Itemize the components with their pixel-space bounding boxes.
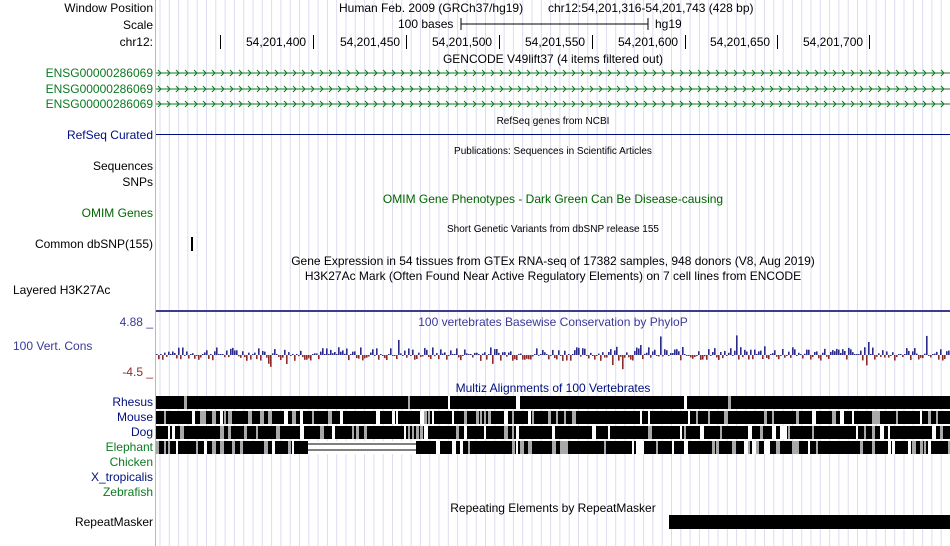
genome-browser-image[interactable]: Window Position Human Feb. 2009 (GRCh37/… [0, 0, 950, 546]
multiz-species-label[interactable]: Zebrafish [103, 485, 153, 499]
multiz-species-label[interactable]: Rhesus [112, 395, 153, 409]
sequences-label[interactable]: Sequences [93, 159, 153, 173]
cons-max-label: 4.88 _ [119, 315, 153, 329]
ruler-tick-label: 54,201,500 [432, 35, 493, 49]
gencode-item-label[interactable]: ENSG00000286069 [46, 82, 153, 96]
repeatmasker-element[interactable] [669, 515, 950, 529]
multiz-track-title: Multiz Alignments of 100 Vertebrates [455, 381, 651, 395]
refseq-track-title: RefSeq genes from NCBI [496, 116, 610, 127]
ruler-tick [313, 35, 314, 49]
repeatmasker-track-title: Repeating Elements by RepeatMasker [450, 501, 656, 515]
window-position-label: Window Position [64, 1, 153, 15]
ruler-tick [592, 35, 593, 49]
ruler-tick-label: 54,201,600 [618, 35, 679, 49]
ruler-tick [499, 35, 500, 49]
ruler-track: 54,201,400 54,201,450 54,201,500 54,201,… [156, 33, 950, 51]
snps-label[interactable]: SNPs [122, 175, 153, 189]
omim-track-title: OMIM Gene Phenotypes - Dark Green Can Be… [382, 192, 724, 206]
cons-label[interactable]: 100 Vert. Cons [13, 339, 92, 353]
repeatmasker-label[interactable]: RepeatMasker [75, 515, 153, 529]
ruler-tick [220, 35, 221, 49]
ruler-chrom-label: chr12: [119, 35, 153, 49]
ruler-tick [406, 35, 407, 49]
scale-bar [460, 18, 649, 30]
ruler-tick-label: 54,201,550 [525, 35, 586, 49]
refseq-label[interactable]: RefSeq Curated [67, 128, 153, 142]
ruler-tick [685, 35, 686, 49]
ruler-tick [777, 35, 778, 49]
ruler-tick-label: 54,201,400 [246, 35, 307, 49]
ruler-tick-label: 54,201,700 [803, 35, 864, 49]
h3k27ac-track-title: H3K27Ac Mark (Often Found Near Active Re… [304, 269, 802, 283]
multiz-species-label[interactable]: Chicken [110, 455, 153, 469]
dbsnp-label[interactable]: Common dbSNP(155) [35, 237, 153, 251]
gtex-track-title: Gene Expression in 54 tissues from GTEx … [291, 254, 815, 268]
cons-wiggle[interactable] [156, 320, 950, 380]
multiz-species-label[interactable]: Mouse [117, 410, 153, 424]
cons-min-label: -4.5 _ [122, 365, 153, 379]
multiz-alignment-blocks[interactable] [156, 395, 950, 455]
gencode-gene-feature[interactable] [156, 98, 950, 110]
gencode-item-label[interactable]: ENSG00000286069 [46, 97, 153, 111]
scale-bar-text: 100 bases [398, 17, 454, 31]
h3k27ac-label[interactable]: Layered H3K27Ac [13, 283, 110, 297]
dbsnp-variant-mark[interactable] [191, 237, 193, 251]
ruler-tick-label: 54,201,450 [340, 35, 401, 49]
refseq-gene-line[interactable] [156, 134, 950, 135]
omim-label[interactable]: OMIM Genes [82, 206, 153, 220]
gencode-gene-feature[interactable] [156, 67, 950, 79]
gencode-gene-feature[interactable] [156, 83, 950, 95]
multiz-species-label[interactable]: X_tropicalis [91, 470, 153, 484]
multiz-species-label[interactable]: Dog [131, 425, 153, 439]
dbsnp-track-title: Short Genetic Variants from dbSNP releas… [447, 224, 659, 235]
gencode-track-title: GENCODE V49lift37 (4 items filtered out) [442, 52, 664, 66]
h3k27ac-signal[interactable] [156, 310, 950, 312]
multiz-species-label[interactable]: Elephant [106, 440, 153, 454]
scale-db: hg19 [655, 17, 682, 31]
ruler-tick-label: 54,201,650 [710, 35, 771, 49]
publications-track-title: Publications: Sequences in Scientific Ar… [454, 146, 652, 157]
ruler-tick [869, 35, 870, 49]
position-range: chr12:54,201,316-54,201,743 (428 bp) [548, 1, 754, 15]
gencode-item-label[interactable]: ENSG00000286069 [46, 66, 153, 80]
scale-label: Scale [122, 18, 153, 32]
assembly-title: Human Feb. 2009 (GRCh37/hg19) [339, 1, 524, 15]
